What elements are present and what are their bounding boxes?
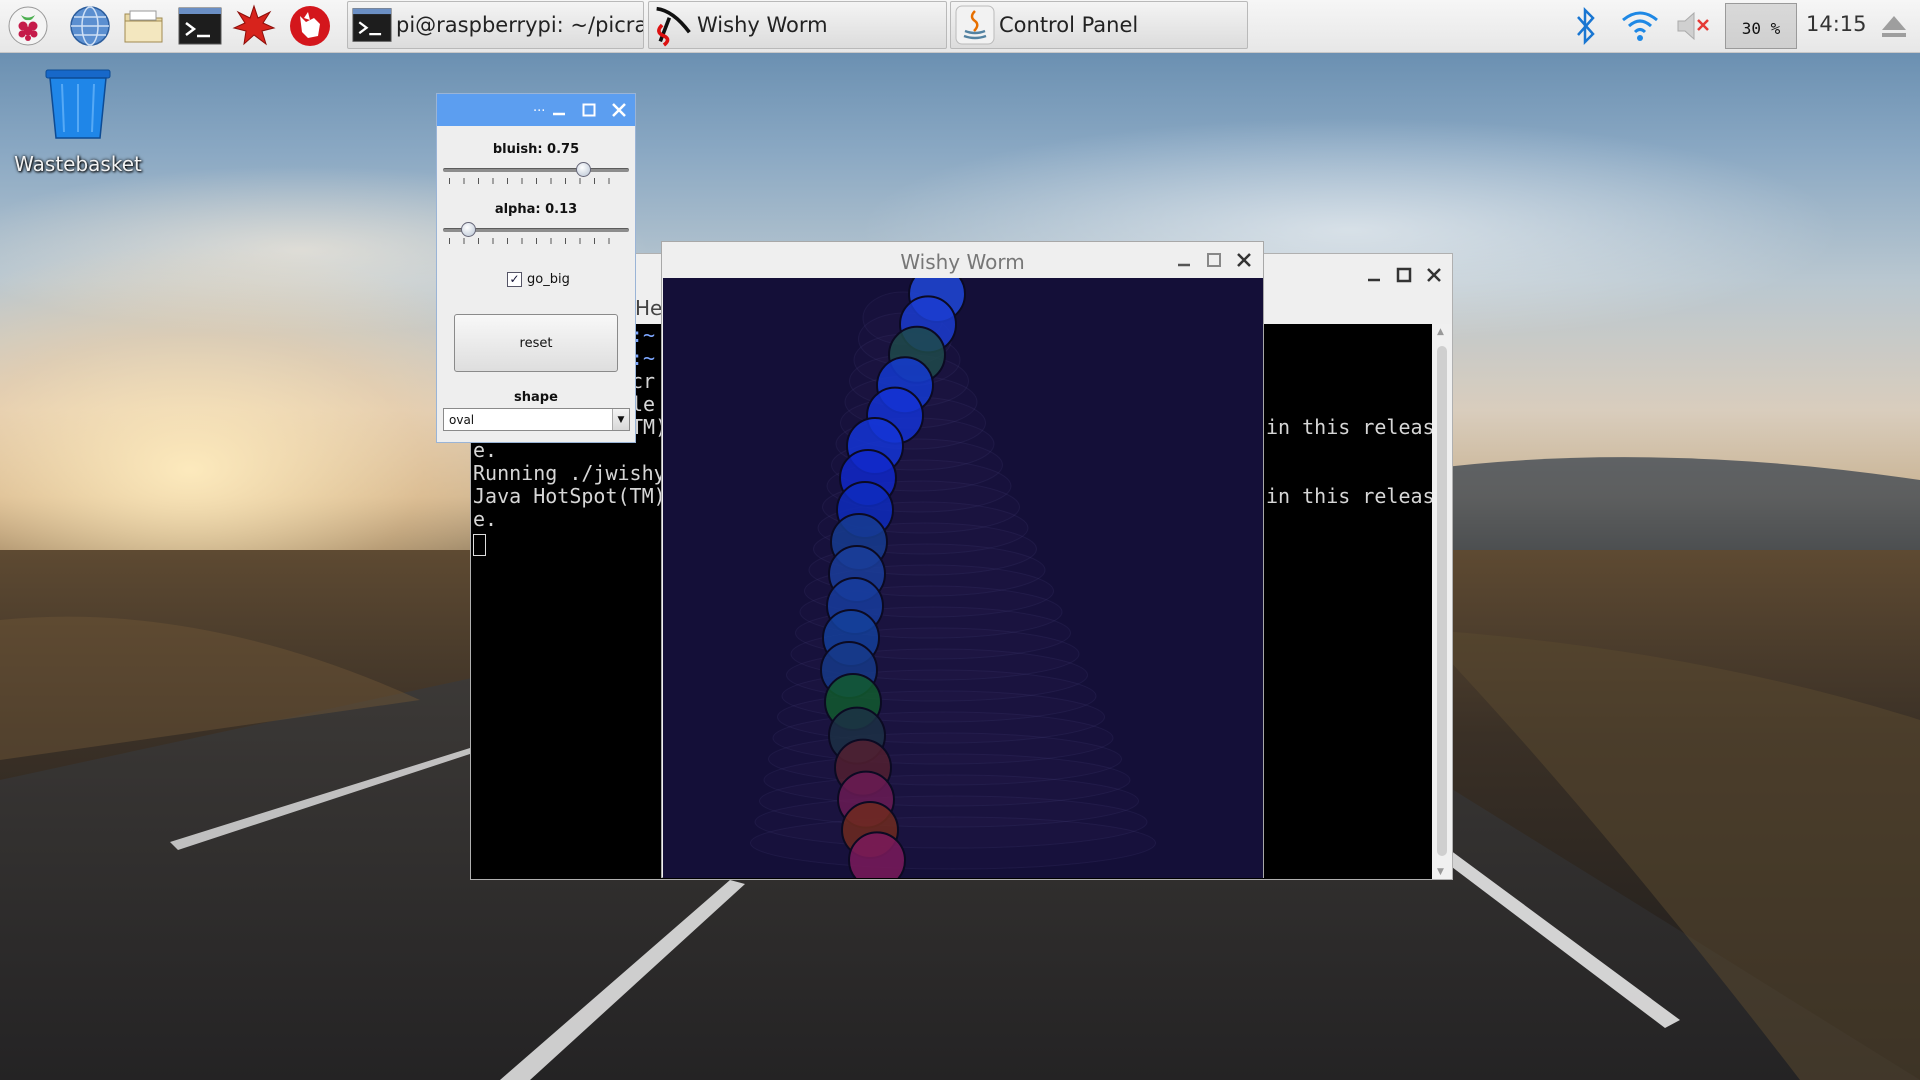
taskbar-task-wishy-worm[interactable]: Wishy Worm — [648, 1, 947, 49]
bluish-slider[interactable] — [443, 168, 629, 172]
eject-icon[interactable] — [1872, 4, 1916, 48]
mathematica-icon[interactable] — [232, 4, 276, 48]
cpu-usage-text: 30 % — [1741, 18, 1781, 38]
maximize-icon[interactable] — [1393, 264, 1415, 286]
terminal-partial-title: He — [635, 296, 663, 320]
file-manager-icon[interactable] — [122, 4, 166, 48]
wishy-worm-window[interactable]: Wishy Worm — [661, 241, 1264, 878]
volume-muted-icon[interactable] — [1672, 4, 1716, 48]
maximize-icon[interactable] — [1203, 249, 1225, 271]
terminal-line: Running ./jwishy — [473, 461, 666, 485]
raspberry-menu-icon[interactable] — [6, 4, 50, 48]
alpha-label: alpha: 0.13 — [494, 202, 578, 217]
cpu-usage-monitor[interactable]: 30 % — [1725, 3, 1797, 49]
scrollbar-thumb[interactable] — [1437, 346, 1447, 856]
control-panel-window[interactable]: ... bluish: 0.75 alpha: 0.13 ✓ go_big re… — [436, 93, 636, 443]
scroll-down-icon[interactable]: ▼ — [1437, 867, 1444, 877]
desktop-icon-wastebasket[interactable]: Wastebasket — [14, 66, 142, 176]
worm-drawing — [750, 278, 1156, 878]
terminal-line: Java HotSpot(TM) — [473, 484, 666, 508]
minimize-icon[interactable] — [1173, 250, 1195, 272]
scroll-up-icon[interactable]: ▲ — [1437, 327, 1444, 337]
control-panel-titlebar[interactable]: ... — [437, 94, 635, 126]
wastebasket-icon — [45, 69, 111, 139]
worm-segment — [848, 831, 906, 878]
shape-select[interactable]: oval ▼ — [443, 408, 630, 431]
alpha-slider-handle[interactable] — [460, 222, 476, 237]
checkbox-box[interactable]: ✓ — [507, 272, 522, 287]
wifi-icon[interactable] — [1618, 4, 1662, 48]
wolfram-icon[interactable] — [288, 4, 332, 48]
terminal-line: e. — [473, 507, 498, 531]
java-icon — [955, 5, 995, 45]
close-icon[interactable] — [1233, 249, 1255, 271]
taskbar-task-label: pi@raspberrypi: ~/picrat... — [396, 13, 643, 37]
slider-ticks — [449, 178, 623, 184]
terminal-scrollbar[interactable]: ▲ ▼ — [1432, 324, 1452, 879]
go-big-checkbox[interactable]: ✓ go_big — [507, 272, 570, 287]
terminal-icon — [352, 5, 392, 45]
shape-select-value: oval — [449, 413, 475, 427]
bluetooth-icon[interactable] — [1564, 4, 1608, 48]
taskbar-task-control-panel[interactable]: Control Panel — [950, 1, 1248, 49]
taskbar-task-label: Control Panel — [999, 13, 1139, 37]
chevron-down-icon[interactable]: ▼ — [612, 409, 629, 430]
go-big-label: go_big — [527, 272, 570, 287]
pickaxe-icon — [653, 5, 693, 47]
window-title: ... — [533, 100, 546, 115]
minimize-icon[interactable] — [548, 99, 570, 121]
reset-button[interactable]: reset — [454, 314, 618, 372]
slider-ticks — [449, 238, 623, 244]
desktop-icon-label: Wastebasket — [14, 152, 142, 176]
maximize-icon[interactable] — [578, 99, 600, 121]
minimize-icon[interactable] — [1363, 265, 1385, 287]
worm-canvas[interactable] — [663, 278, 1263, 878]
taskbar-task-terminal[interactable]: pi@raspberrypi: ~/picrat... — [347, 1, 644, 49]
shape-label: shape — [514, 390, 558, 405]
taskbar: pi@raspberrypi: ~/picrat... Wishy Worm C… — [0, 0, 1920, 53]
taskbar-task-label: Wishy Worm — [697, 13, 828, 37]
bluish-slider-handle[interactable] — [576, 162, 591, 177]
web-browser-icon[interactable] — [68, 4, 112, 48]
terminal-cursor — [473, 534, 486, 556]
bluish-label: bluish: 0.75 — [492, 142, 580, 157]
close-icon[interactable] — [1423, 264, 1445, 286]
worm-trail — [750, 816, 1156, 870]
terminal-line: in this releas — [1266, 415, 1434, 439]
clock[interactable]: 14:15 — [1806, 12, 1867, 36]
close-icon[interactable] — [608, 99, 630, 121]
terminal-icon[interactable] — [178, 4, 222, 48]
terminal-line: in this releas — [1266, 484, 1434, 508]
reset-button-label: reset — [519, 335, 553, 351]
